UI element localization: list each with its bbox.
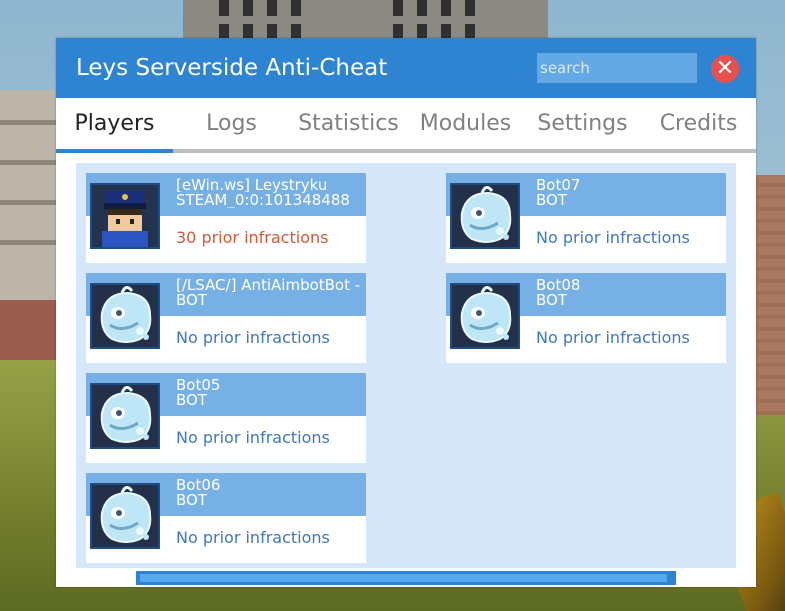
player-steam-id: BOT [536,293,567,308]
bot-avatar-icon [450,183,520,249]
player-steam-id: BOT [536,193,567,208]
player-steam-id: BOT [176,393,207,408]
player-steam-id: BOT [176,493,207,508]
player-infractions: 30 prior infractions [176,228,329,247]
active-tab-indicator [56,149,173,153]
player-card[interactable]: Bot06 BOT No prior infractions [86,473,366,563]
bot-avatar-icon [450,283,520,349]
scrollbar-thumb[interactable] [140,574,667,582]
tab-settings[interactable]: Settings [524,98,641,153]
player-name: Bot06 [176,478,221,493]
player-name: Bot07 [536,178,581,193]
player-infractions: No prior infractions [536,328,690,347]
bot-avatar-icon [90,483,160,549]
background-building-right [755,175,785,415]
tab-modules[interactable]: Modules [407,98,524,153]
player-card[interactable]: [eWin.ws] Leystryku STEAM_0:0:101348488 … [86,173,366,263]
anticheat-window: Leys Serverside Anti-Cheat ✕ Players Log… [56,38,756,587]
player-steam-id: BOT [176,293,207,308]
horizontal-scrollbar[interactable] [136,571,676,585]
player-name: [eWin.ws] Leystryku [176,178,328,193]
player-infractions: No prior infractions [176,328,330,347]
tab-logs[interactable]: Logs [173,98,290,153]
tab-players[interactable]: Players [56,98,173,153]
player-infractions: No prior infractions [536,228,690,247]
player-card[interactable]: [/LSAC/] AntiAimbotBot - u BOT No prior … [86,273,366,363]
player-name: [/LSAC/] AntiAimbotBot - u [176,278,364,293]
player-infractions: No prior infractions [176,528,330,547]
tab-credits[interactable]: Credits [641,98,756,153]
player-steam-id: STEAM_0:0:101348488 [176,193,350,208]
title-bar[interactable]: Leys Serverside Anti-Cheat ✕ [56,38,756,98]
player-name: Bot08 [536,278,581,293]
player-card[interactable]: Bot07 BOT No prior infractions [446,173,726,263]
close-icon: ✕ [715,56,735,81]
player-card[interactable]: Bot08 BOT No prior infractions [446,273,726,363]
tab-statistics[interactable]: Statistics [290,98,407,153]
bot-avatar-icon [90,383,160,449]
players-panel: [eWin.ws] Leystryku STEAM_0:0:101348488 … [76,163,736,568]
search-input[interactable] [537,53,697,83]
bot-avatar-icon [90,283,160,349]
player-name: Bot05 [176,378,221,393]
close-button[interactable]: ✕ [711,55,739,83]
cartoon-avatar-icon [90,183,160,249]
player-infractions: No prior infractions [176,428,330,447]
brick-wall [0,300,56,360]
tab-bar: Players Logs Statistics Modules Settings… [56,98,756,153]
player-card[interactable]: Bot05 BOT No prior infractions [86,373,366,463]
window-title: Leys Serverside Anti-Cheat [76,55,388,81]
